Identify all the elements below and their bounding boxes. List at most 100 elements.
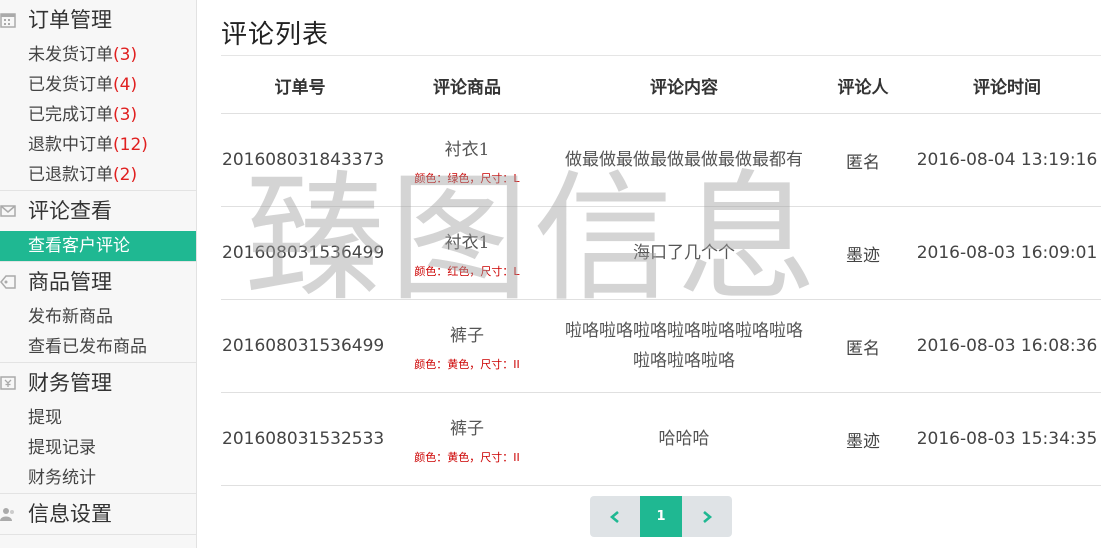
review-content: 啦咯啦咯啦咯啦咯啦咯啦咯啦咯啦咯啦咯啦咯 — [565, 321, 803, 371]
sidebar-item-refunded[interactable]: 已退款订单(2) — [0, 160, 196, 190]
content-cell: 哈哈哈 — [555, 392, 813, 486]
item-count: (2) — [113, 165, 138, 185]
section-header-settings[interactable]: 信息设置 — [0, 494, 196, 534]
product-name[interactable]: 裤子 — [380, 414, 554, 439]
next-page-button[interactable] — [682, 496, 732, 537]
item-label: 提现 — [28, 408, 62, 428]
mail-icon — [0, 205, 16, 217]
chevron-right-icon — [703, 510, 713, 523]
page-title: 评论列表 — [221, 20, 330, 50]
sidebar-item-published-products[interactable]: 查看已发布商品 — [0, 332, 196, 362]
product-attrs: 颜色：红色，尺寸：L — [414, 264, 520, 278]
col-header-product: 评论商品 — [379, 57, 555, 114]
item-label: 已完成订单 — [28, 105, 113, 125]
item-label: 退款中订单 — [28, 135, 113, 155]
sidebar: 订单管理 未发货订单(3) 已发货订单(4) 已完成订单(3) 退款中订单(12… — [0, 0, 197, 548]
review-content: 哈哈哈 — [658, 429, 710, 449]
title-divider — [221, 55, 1101, 56]
sidebar-item-finance-stats[interactable]: 财务统计 — [0, 463, 196, 493]
item-label: 提现记录 — [28, 438, 96, 458]
review-time: 2016-08-03 16:09:01 — [913, 206, 1101, 300]
section-header-finance[interactable]: 财务管理 — [0, 363, 196, 403]
review-content: 做最做最做最做最做最做最都有 — [565, 150, 803, 170]
sidebar-item-refunding[interactable]: 退款中订单(12) — [0, 130, 196, 160]
col-header-user: 评论人 — [813, 57, 913, 114]
users-icon — [0, 508, 14, 521]
product-name[interactable]: 衬衣1 — [380, 135, 554, 160]
main-content: 评论列表 订单号 评论商品 评论内容 评论人 评论时间 201608031843… — [221, 0, 1101, 548]
sidebar-item-completed[interactable]: 已完成订单(3) — [0, 100, 196, 130]
section-title: 评论查看 — [28, 199, 112, 223]
tag-icon — [0, 275, 16, 289]
section-title: 订单管理 — [28, 8, 112, 32]
page-number-button[interactable]: 1 — [640, 496, 682, 537]
item-label: 已退款订单 — [28, 165, 113, 185]
table-row: 201608031536499 裤子 颜色：黄色，尺寸：II 啦咯啦咯啦咯啦咯啦… — [221, 299, 1101, 393]
reviewer: 匿名 — [813, 113, 913, 207]
item-label: 未发货订单 — [28, 45, 113, 65]
review-time: 2016-08-04 13:19:16 — [913, 113, 1101, 207]
item-label: 财务统计 — [28, 468, 96, 488]
review-time: 2016-08-03 16:08:36 — [913, 299, 1101, 393]
table-row: 201608031532533 裤子 颜色：黄色，尺寸：II 哈哈哈 墨迹 20… — [221, 392, 1101, 486]
sidebar-section-settings: 信息设置 — [0, 494, 196, 535]
item-count: (3) — [113, 45, 138, 65]
calendar-icon — [0, 13, 16, 28]
sidebar-item-withdraw-records[interactable]: 提现记录 — [0, 433, 196, 463]
section-title: 信息设置 — [28, 502, 112, 526]
sidebar-item-unshipped[interactable]: 未发货订单(3) — [0, 40, 196, 70]
col-header-time: 评论时间 — [913, 57, 1101, 114]
sidebar-item-shipped[interactable]: 已发货订单(4) — [0, 70, 196, 100]
prev-page-button[interactable] — [590, 496, 640, 537]
reviewer: 墨迹 — [813, 206, 913, 300]
section-header-reviews[interactable]: 评论查看 — [0, 191, 196, 231]
col-header-order: 订单号 — [221, 57, 379, 114]
content-cell: 做最做最做最做最做最做最都有 — [555, 113, 813, 207]
item-label: 查看已发布商品 — [28, 337, 147, 357]
section-title: 财务管理 — [28, 371, 112, 395]
product-cell: 衬衣1 颜色：红色，尺寸：L — [379, 206, 555, 300]
content-cell: 啦咯啦咯啦咯啦咯啦咯啦咯啦咯啦咯啦咯啦咯 — [555, 299, 813, 393]
item-count: (3) — [113, 105, 138, 125]
order-number: 201608031532533 — [221, 392, 384, 486]
review-time: 2016-08-03 15:34:35 — [913, 392, 1101, 486]
product-cell: 裤子 颜色：黄色，尺寸：II — [379, 299, 555, 393]
item-label: 查看客户评论 — [28, 236, 130, 256]
yen-icon — [0, 376, 16, 390]
table-header-row: 订单号 评论商品 评论内容 评论人 评论时间 — [221, 57, 1101, 114]
reviewer: 墨迹 — [813, 392, 913, 486]
order-number: 201608031536499 — [221, 206, 384, 300]
chevron-left-icon — [609, 510, 619, 523]
item-count: (12) — [113, 135, 148, 155]
table-row: 201608031843373 衬衣1 颜色：绿色，尺寸：L 做最做最做最做最做… — [221, 113, 1101, 207]
section-header-products[interactable]: 商品管理 — [0, 262, 196, 302]
sidebar-item-view-reviews[interactable]: 查看客户评论 — [0, 231, 196, 261]
order-number: 201608031536499 — [221, 299, 384, 393]
pagination: 1 — [590, 496, 732, 537]
reviews-table: 订单号 评论商品 评论内容 评论人 评论时间 201608031843373 衬… — [221, 57, 1101, 486]
review-content: 海口了几个个 — [633, 243, 735, 263]
reviewer: 匿名 — [813, 299, 913, 393]
section-header-orders[interactable]: 订单管理 — [0, 0, 196, 40]
product-attrs: 颜色：黄色，尺寸：II — [414, 450, 520, 464]
product-cell: 裤子 颜色：黄色，尺寸：II — [379, 392, 555, 486]
sidebar-section-products: 商品管理 发布新商品 查看已发布商品 — [0, 262, 196, 363]
sidebar-item-publish-product[interactable]: 发布新商品 — [0, 302, 196, 332]
sidebar-section-orders: 订单管理 未发货订单(3) 已发货订单(4) 已完成订单(3) 退款中订单(12… — [0, 0, 196, 191]
product-attrs: 颜色：绿色，尺寸：L — [414, 171, 520, 185]
item-label: 发布新商品 — [28, 307, 113, 327]
sidebar-section-reviews: 评论查看 查看客户评论 — [0, 191, 196, 262]
product-name[interactable]: 衬衣1 — [380, 228, 554, 253]
order-number: 201608031843373 — [221, 113, 384, 207]
product-cell: 衬衣1 颜色：绿色，尺寸：L — [379, 113, 555, 207]
item-count: (4) — [113, 75, 138, 95]
item-label: 已发货订单 — [28, 75, 113, 95]
section-title: 商品管理 — [28, 270, 112, 294]
product-name[interactable]: 裤子 — [380, 321, 554, 346]
content-cell: 海口了几个个 — [555, 206, 813, 300]
sidebar-section-finance: 财务管理 提现 提现记录 财务统计 — [0, 363, 196, 494]
table-row: 201608031536499 衬衣1 颜色：红色，尺寸：L 海口了几个个 墨迹… — [221, 206, 1101, 300]
col-header-content: 评论内容 — [555, 57, 813, 114]
sidebar-item-withdraw[interactable]: 提现 — [0, 403, 196, 433]
product-attrs: 颜色：黄色，尺寸：II — [414, 357, 520, 371]
